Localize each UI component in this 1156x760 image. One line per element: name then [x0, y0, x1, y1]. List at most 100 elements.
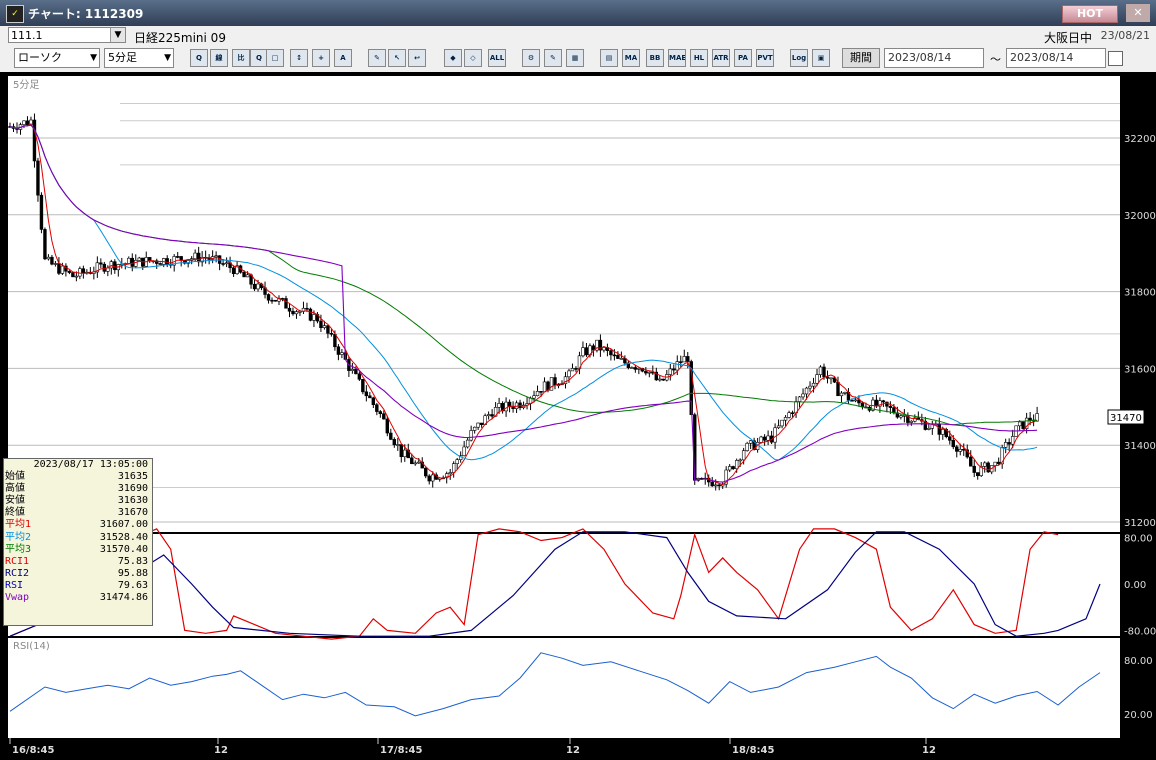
- toolbar-button-19[interactable]: BB: [646, 49, 664, 67]
- toolbar-button-9[interactable]: ↖: [388, 49, 406, 67]
- info-row: 平均3 31570.40: [4, 544, 152, 556]
- candle-body: [60, 265, 65, 274]
- toolbar-button-25[interactable]: Log: [790, 49, 808, 67]
- toolbar-button-14[interactable]: ⚙: [522, 49, 540, 67]
- candle-body: [50, 256, 54, 265]
- candle-body: [81, 268, 86, 274]
- rsi-tick-label: 80.00: [1124, 656, 1153, 667]
- toolbar-button-18[interactable]: MA: [622, 49, 640, 67]
- toolbar-button-16[interactable]: ▦: [566, 49, 584, 67]
- candle-body: [532, 395, 536, 399]
- candle-body: [825, 376, 830, 379]
- info-key: 始値: [5, 471, 25, 483]
- candle-body: [497, 403, 501, 408]
- toolbar-button-0[interactable]: Q: [190, 49, 208, 67]
- osc-tick-label: 0.00: [1124, 580, 1146, 591]
- candle-body: [109, 261, 114, 269]
- y-tick-label: 31800: [1124, 288, 1156, 299]
- candle-body: [619, 358, 624, 360]
- candle-body: [888, 405, 893, 408]
- candle-body: [224, 262, 229, 265]
- rsi-pane-label: RSI(14): [13, 641, 50, 652]
- x-tick-label: 18/8:45: [732, 745, 774, 756]
- info-key: 高値: [5, 483, 25, 495]
- main-pane-label: 5分足: [13, 79, 39, 91]
- toolbar-button-2[interactable]: 比: [232, 49, 250, 67]
- candle-body: [465, 439, 470, 448]
- candle-body: [382, 413, 386, 420]
- candle-body: [214, 255, 218, 258]
- candle-body: [158, 263, 162, 265]
- toolbar-button-11[interactable]: ◆: [444, 49, 462, 67]
- candle-body: [389, 432, 393, 440]
- info-key: 平均2: [5, 531, 32, 543]
- candle-body: [134, 260, 138, 267]
- option-checkbox[interactable]: [1108, 51, 1123, 66]
- period-button[interactable]: 期間: [842, 48, 880, 68]
- toolbar-button-17[interactable]: ▤: [600, 49, 618, 67]
- candle-body: [511, 406, 515, 409]
- candle-body: [675, 361, 679, 371]
- toolbar-button-23[interactable]: PA: [734, 49, 752, 67]
- code-input[interactable]: 111.1 ▼: [8, 27, 126, 43]
- toolbar-button-24[interactable]: PVT: [756, 49, 774, 67]
- candle-body: [410, 457, 414, 465]
- toolbar-button-21[interactable]: HL: [690, 49, 708, 67]
- from-date-input[interactable]: 2023/08/14: [884, 48, 984, 68]
- candle-body: [74, 275, 79, 278]
- chart-type-select[interactable]: ローソク ▼: [14, 48, 100, 68]
- chart-area[interactable]: 5分足 RSI(14) 32200 32000 31800 31600 31400 312…: [0, 72, 1156, 760]
- candle-body: [909, 420, 914, 423]
- candle-body: [312, 314, 316, 321]
- candle-body: [668, 368, 672, 375]
- candle-body: [941, 429, 945, 435]
- candle-body: [291, 310, 295, 315]
- candle-body: [350, 369, 355, 371]
- candle-body: [881, 400, 886, 403]
- candle-body: [273, 299, 278, 302]
- toolbar-button-6[interactable]: +: [312, 49, 330, 67]
- toolbar-button-10[interactable]: ↩: [408, 49, 426, 67]
- close-button[interactable]: ✕: [1126, 4, 1150, 22]
- candle-body: [808, 385, 812, 389]
- candle-body: [637, 368, 641, 370]
- candle-body: [535, 391, 540, 397]
- chevron-down-icon[interactable]: ▼: [110, 28, 125, 42]
- candle-body: [790, 412, 795, 415]
- candle-body: [448, 472, 452, 475]
- candle-body: [948, 436, 952, 441]
- info-key: 終値: [5, 507, 25, 519]
- candle-body: [955, 446, 959, 452]
- toolbar-button-22[interactable]: ATR: [712, 49, 730, 67]
- interval-select[interactable]: 5分足 ▼: [104, 48, 174, 68]
- candle-body: [874, 399, 879, 407]
- x-tick-label: 12: [566, 745, 580, 756]
- osc-tick-label: -80.00: [1124, 626, 1156, 637]
- candle-body: [976, 472, 980, 477]
- chart-app-icon: ✓: [6, 5, 24, 23]
- toolbar-button-26[interactable]: ▣: [812, 49, 830, 67]
- info-key: 平均3: [5, 543, 32, 555]
- toolbar-button-20[interactable]: MAE: [668, 49, 686, 67]
- toolbar-button-15[interactable]: ✎: [544, 49, 562, 67]
- hot-button[interactable]: HOT: [1062, 5, 1118, 23]
- toolbar-button-8[interactable]: ✎: [368, 49, 386, 67]
- toolbar-button-4[interactable]: □: [266, 49, 284, 67]
- candle-body: [39, 194, 44, 230]
- toolbar-button-7[interactable]: A: [334, 49, 352, 67]
- to-date-input[interactable]: 2023/08/14: [1006, 48, 1106, 68]
- candle-body: [822, 366, 826, 378]
- toolbar-button-13[interactable]: ALL: [488, 49, 506, 67]
- toolbar-button-12[interactable]: ◇: [464, 49, 482, 67]
- instrument-name: 日経225mini 09: [134, 31, 226, 45]
- candle-body: [829, 377, 833, 380]
- info-row: 平均2 31528.40: [4, 532, 152, 544]
- candle-body: [354, 369, 358, 375]
- toolbar-button-5[interactable]: ↕: [290, 49, 308, 67]
- toolbar-button-1[interactable]: 線: [210, 49, 228, 67]
- candle-body: [175, 256, 180, 258]
- info-rows: 始値 31635 高値 31690 安値 31630 終値 31670 平均1 31607.00 平…: [4, 471, 152, 604]
- candle-body: [962, 448, 966, 451]
- candle-body: [308, 308, 313, 321]
- info-row: RCI2 95.88: [4, 568, 152, 580]
